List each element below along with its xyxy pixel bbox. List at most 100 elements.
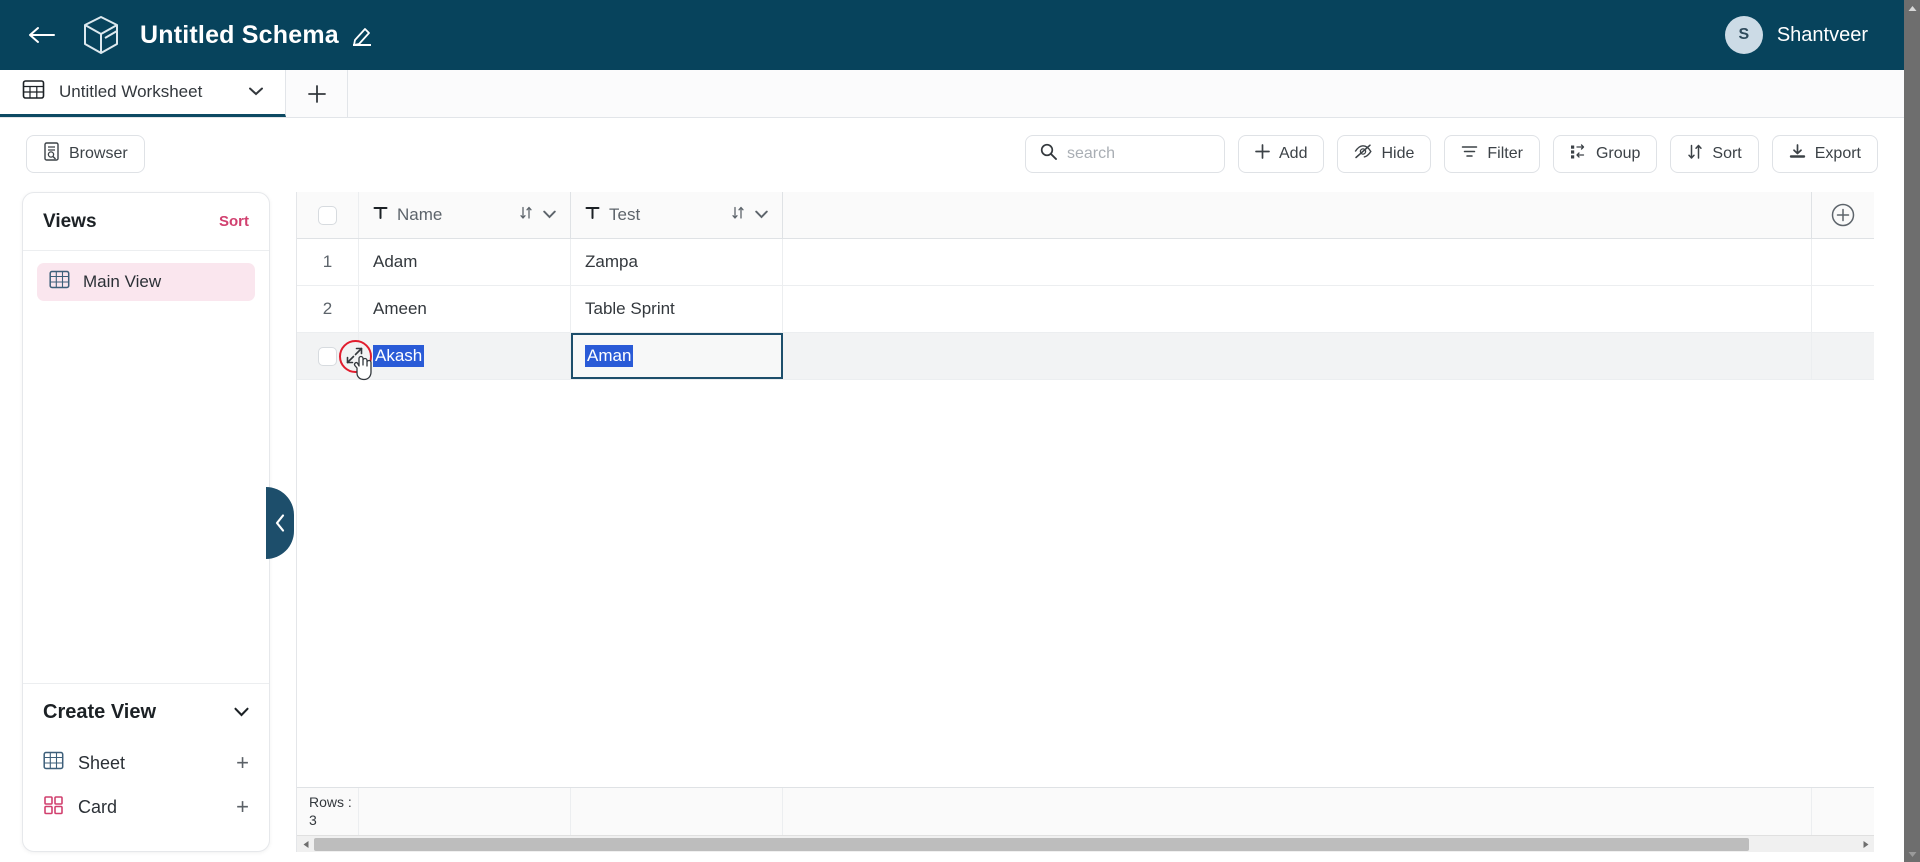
footer-cell-empty [783,788,1812,835]
views-header: Views Sort [23,193,269,251]
sort-icon [1687,144,1703,165]
views-sidebar: Views Sort Main View Create View Sheet +… [22,192,270,852]
sort-button[interactable]: Sort [1670,135,1759,173]
scroll-track[interactable] [314,837,1857,851]
toolbar: Browser Add Hide [0,118,1904,190]
add-worksheet-button[interactable] [286,70,348,117]
chevron-down-icon[interactable] [234,704,249,722]
sidebar-collapse-handle[interactable] [266,487,294,559]
scroll-track[interactable] [1904,16,1920,846]
search-icon [1040,143,1057,165]
cell-name[interactable]: Ameen [359,286,571,332]
rows-counter: Rows : 3 [297,788,359,835]
scroll-up-arrow[interactable] [1904,0,1920,16]
create-view-card-label: Card [78,796,118,817]
export-button[interactable]: Export [1771,135,1878,173]
rows-label: Rows : [309,794,352,810]
text-type-icon [585,205,600,225]
sidebar-item-label: Main View [83,272,162,291]
plus-icon [1255,144,1270,164]
data-grid: Name Test 1 Adam Zampa 2 Ameen Table Spr… [296,192,1874,852]
table-row[interactable]: 2 Ameen Table Sprint [297,286,1874,333]
hide-button[interactable]: Hide [1337,135,1432,173]
grid-icon [43,750,64,776]
footer-cell-test [571,788,783,835]
add-column-button[interactable] [1812,192,1874,238]
select-all-cell[interactable] [297,192,359,238]
create-view-header[interactable]: Create View [23,683,269,741]
cell-test[interactable]: Zampa [571,239,783,285]
add-button[interactable]: Add [1238,135,1325,173]
row-number: 2 [297,286,359,332]
grid-icon [22,78,45,106]
browser-button[interactable]: Browser [26,135,145,173]
cell-tail [1812,239,1874,285]
column-header-name[interactable]: Name [359,192,571,238]
horizontal-scrollbar[interactable] [297,835,1874,852]
row-checkbox[interactable] [318,346,337,366]
group-button[interactable]: Group [1552,135,1658,173]
cell-tail [1812,333,1874,379]
card-icon [43,794,64,820]
plus-icon[interactable]: + [236,752,249,774]
toolbar-actions: Add Hide Filter Group [1025,135,1878,173]
chevron-down-icon[interactable] [249,83,263,101]
cell-test-active[interactable]: Aman [571,333,783,379]
cell-name[interactable]: Adam [359,239,571,285]
views-list: Main View [23,251,269,683]
sort-label: Sort [1712,145,1742,162]
expand-arrows-icon[interactable] [345,346,364,370]
footer-cell-name [359,788,571,835]
user-name: Shantveer [1776,23,1868,46]
select-all-checkbox[interactable] [318,205,337,225]
create-view-sheet[interactable]: Sheet + [23,741,269,785]
user-menu[interactable]: S Shantveer [1724,16,1868,54]
create-view-sheet-label: Sheet [78,752,126,773]
search-box[interactable] [1025,135,1225,173]
column-header-test[interactable]: Test [571,192,783,238]
search-input[interactable] [1067,145,1210,163]
avatar: S [1724,16,1763,54]
cell-empty [783,286,1812,332]
cell-test[interactable]: Table Sprint [571,286,783,332]
filter-icon [1461,145,1478,163]
cell-name[interactable]: Akash [339,333,571,381]
back-arrow-icon[interactable] [26,20,56,50]
group-icon [1570,143,1587,165]
page-vertical-scrollbar[interactable] [1904,0,1920,862]
eye-off-icon [1354,144,1373,164]
create-view-title: Create View [43,701,157,723]
sidebar-item-main-view[interactable]: Main View [37,263,255,301]
scroll-left-arrow[interactable] [297,840,314,849]
table-row[interactable]: Akash Aman [297,333,1874,381]
plus-icon[interactable]: + [236,796,249,818]
scroll-down-arrow[interactable] [1904,846,1920,862]
scroll-right-arrow[interactable] [1857,840,1874,849]
sort-arrows-icon[interactable] [731,206,745,225]
cell-empty [783,239,1812,285]
footer-cell-tail [1812,788,1874,835]
cell-tail [1812,286,1874,332]
column-header-label: Test [609,205,641,224]
tab-label: Untitled Worksheet [59,82,203,101]
filter-button[interactable]: Filter [1444,135,1540,173]
page-title: Untitled Schema [140,20,339,49]
grid-header-row: Name Test [297,192,1874,239]
group-label: Group [1595,145,1641,162]
column-header-empty [783,192,1812,238]
sort-arrows-icon[interactable] [519,206,533,225]
tab-untitled-worksheet[interactable]: Untitled Worksheet [0,70,286,117]
app-header: Untitled Schema S Shantveer [0,0,1904,70]
scroll-thumb[interactable] [314,837,1749,851]
worksheet-tabbar: Untitled Worksheet [0,70,1904,118]
table-row[interactable]: 1 Adam Zampa [297,239,1874,286]
grid-icon [49,269,70,295]
chevron-down-icon[interactable] [543,206,556,224]
column-header-label: Name [397,205,443,224]
create-view-card[interactable]: Card + [23,785,269,829]
views-sort-link[interactable]: Sort [219,213,249,230]
pencil-icon[interactable] [351,24,373,46]
add-label: Add [1279,145,1308,162]
chevron-down-icon[interactable] [755,206,768,224]
scroll-thumb[interactable] [1906,16,1918,846]
